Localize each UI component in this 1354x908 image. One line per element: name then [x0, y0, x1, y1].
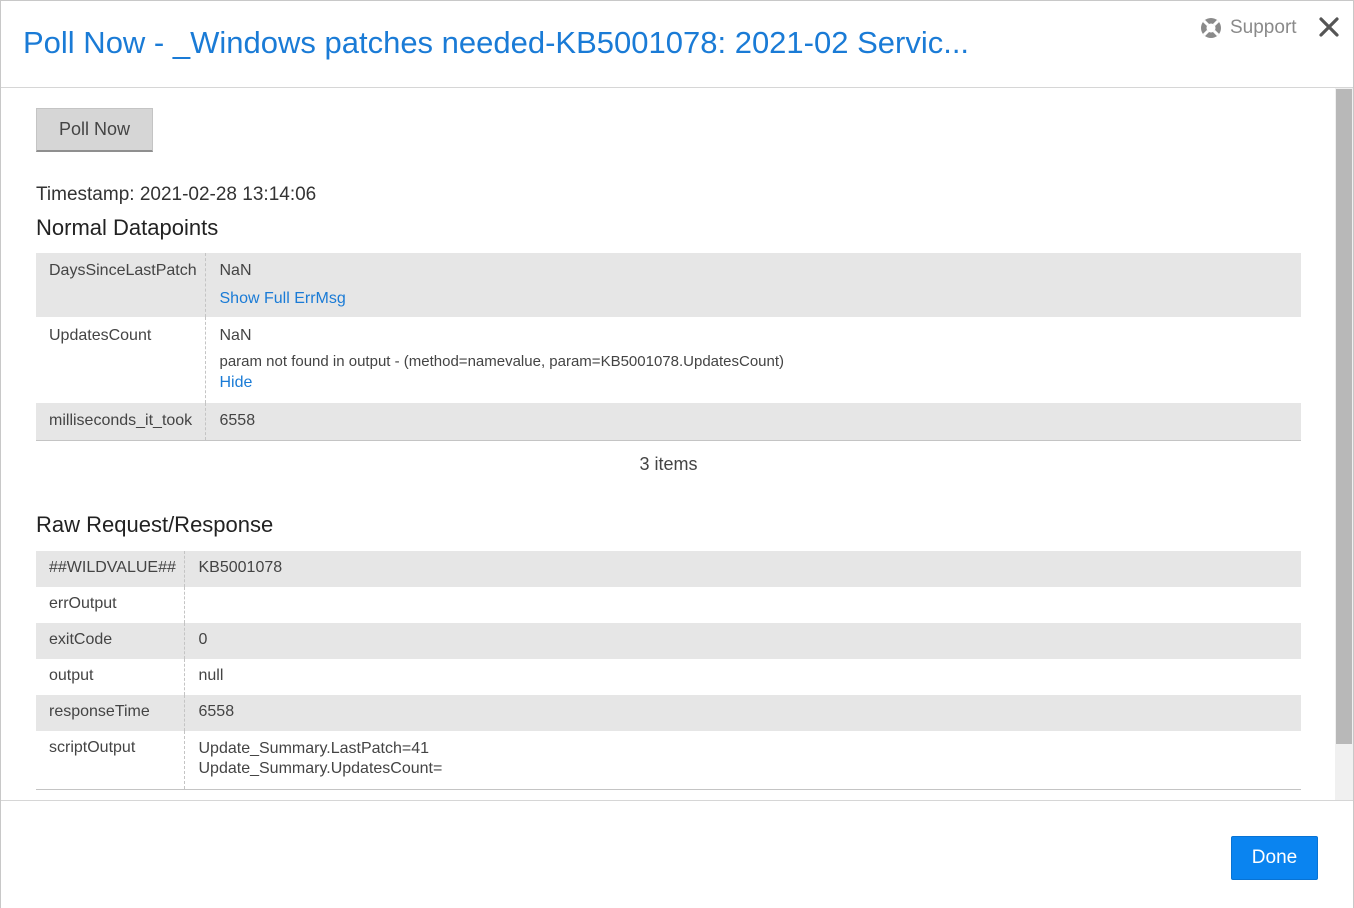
table-row: ##WILDVALUE## KB5001078: [36, 551, 1301, 587]
lifebuoy-icon: [1201, 18, 1221, 38]
show-full-errmsg-link[interactable]: Show Full ErrMsg: [220, 290, 1302, 308]
script-output-line: Update_Summary.LastPatch=41: [198, 740, 430, 757]
dialog-footer: Done: [1, 800, 1353, 908]
dialog-body: Poll Now Timestamp: 2021-02-28 13:14:06 …: [1, 88, 1335, 800]
datapoint-value: NaN: [219, 262, 252, 279]
hide-errmsg-link[interactable]: Hide: [220, 374, 1302, 392]
table-row: scriptOutput Update_Summary.LastPatch=41…: [36, 731, 1301, 789]
table-row: errOutput: [36, 587, 1301, 623]
table-row: responseTime 6558: [36, 695, 1301, 731]
scrollbar-thumb[interactable]: [1336, 89, 1352, 744]
items-count: 3 items: [639, 454, 698, 474]
dialog-title: Poll Now - _Windows patches needed-KB500…: [23, 25, 970, 60]
poll-now-dialog: Poll Now - _Windows patches needed-KB500…: [0, 0, 1354, 908]
table-row: UpdatesCount NaN param not found in outp…: [36, 317, 1301, 403]
datapoint-key: UpdatesCount: [36, 317, 206, 403]
raw-key: ##WILDVALUE##: [36, 551, 185, 587]
raw-value: [184, 587, 1301, 623]
close-icon: [1319, 17, 1339, 37]
raw-key: errOutput: [36, 587, 185, 623]
raw-value: 6558: [198, 703, 235, 720]
normal-datapoints-table: DaysSinceLastPatch NaN Show Full ErrMsg …: [36, 253, 1301, 441]
support-link[interactable]: Support: [1199, 15, 1297, 41]
datapoint-error-message: param not found in output - (method=name…: [219, 353, 785, 370]
support-label: Support: [1230, 17, 1297, 38]
raw-value: null: [198, 667, 224, 684]
poll-now-button[interactable]: Poll Now: [36, 108, 153, 152]
raw-key: output: [36, 659, 185, 695]
normal-datapoints-title: Normal Datapoints: [36, 215, 219, 240]
datapoint-key: milliseconds_it_took: [36, 403, 206, 440]
raw-key: scriptOutput: [36, 731, 185, 789]
table-row: output null: [36, 659, 1301, 695]
script-output-line: Update_Summary.UpdatesCount=: [198, 760, 443, 777]
vertical-scrollbar[interactable]: [1335, 88, 1353, 800]
raw-key: responseTime: [36, 695, 185, 731]
datapoint-key: DaysSinceLastPatch: [36, 253, 206, 317]
raw-request-response-table: ##WILDVALUE## KB5001078 errOutput exitCo…: [36, 551, 1301, 790]
raw-value: 0: [198, 631, 208, 648]
datapoint-value: NaN: [219, 327, 252, 344]
raw-key: exitCode: [36, 623, 185, 659]
dialog-header: Poll Now - _Windows patches needed-KB500…: [1, 1, 1353, 88]
table-row: DaysSinceLastPatch NaN Show Full ErrMsg: [36, 253, 1301, 317]
raw-value: KB5001078: [198, 559, 283, 576]
timestamp-label: Timestamp: 2021-02-28 13:14:06: [36, 184, 317, 205]
raw-request-response-title: Raw Request/Response: [36, 512, 274, 537]
table-row: milliseconds_it_took 6558: [36, 403, 1301, 440]
done-button[interactable]: Done: [1231, 836, 1318, 880]
close-button[interactable]: [1315, 13, 1343, 41]
datapoint-value: 6558: [219, 412, 256, 429]
table-row: exitCode 0: [36, 623, 1301, 659]
